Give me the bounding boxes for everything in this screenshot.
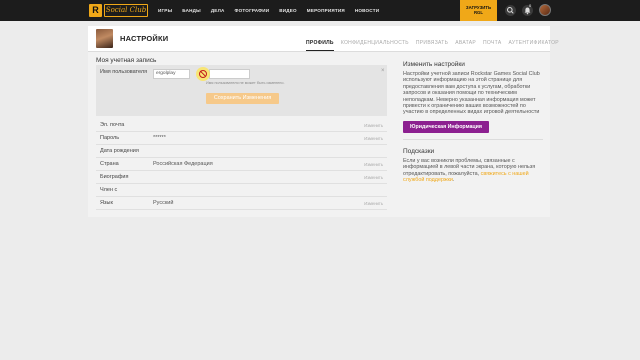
row-password: Пароль ****** Изменить [96,132,387,145]
row-label: Член с [100,187,118,193]
nav-item-videos[interactable]: ВИДЕО [279,8,297,13]
row-language: Язык Русский Изменить [96,197,387,210]
nav-item-events[interactable]: МЕРОПРИЯТИЯ [307,8,345,13]
download-rgl-button[interactable]: ЗАГРУЗИТЬ RGL [460,0,497,21]
row-member-since: Член с [96,184,387,197]
nav-item-news[interactable]: НОВОСТИ [355,8,379,13]
username-edit-box: Имя пользователя ergolplay Имя пользоват… [96,65,387,116]
settings-header: НАСТРОЙКИ ПРОФИЛЬ КОНФИДЕНЦИАЛЬНОСТЬ ПРИ… [88,26,559,52]
divider [403,138,543,140]
page-title: НАСТРОЙКИ [120,34,169,43]
row-label: Биография [100,174,129,180]
row-value: Русский [153,200,174,206]
row-label: Пароль [100,135,120,141]
row-email: Эл. почта Изменить [96,119,387,132]
edit-language-link[interactable]: Изменить [364,201,383,206]
settings-sidebar: Изменить настройки Настройки учетной зап… [403,61,543,183]
row-value: Российская Федерация [153,161,213,167]
profile-avatar [96,29,113,48]
hints-end: . [452,177,455,184]
close-icon[interactable]: × [381,68,385,74]
hints-title: Подсказки [403,147,435,155]
save-changes-button[interactable]: Сохранить Изменения [206,93,279,104]
row-birthdate: Дата рождения [96,145,387,158]
row-country: Страна Российская Федерация Изменить [96,158,387,171]
row-label: Эл. почта [100,122,125,128]
search-icon[interactable] [505,5,516,16]
row-label: Страна [100,161,119,167]
nav-item-photos[interactable]: ФОТОГРАФИИ [235,8,270,13]
social-club-logo[interactable]: Social Club [104,4,148,17]
edit-country-link[interactable]: Изменить [364,162,383,167]
main-nav: ИГРЫ БАНДЫ ДЕЛА ФОТОГРАФИИ ВИДЕО МЕРОПРИ… [158,0,389,21]
download-label-line2: RGL [473,10,484,15]
legal-information-button[interactable]: Юридическая Информация [403,120,489,133]
row-value: ****** [153,135,166,141]
username-label: Имя пользователя [100,69,148,75]
username-hint: Имя пользователя не может быть изменено. [206,81,285,85]
row-label: Язык [100,200,113,206]
user-avatar[interactable] [539,4,551,16]
notifications-icon[interactable] [522,5,533,16]
hints-text-block: Если у вас возникли проблемы, связанные … [403,158,543,184]
account-rows: Эл. почта Изменить Пароль ****** Изменит… [96,119,387,210]
nav-item-games[interactable]: ИГРЫ [158,8,172,13]
nav-item-jobs[interactable]: ДЕЛА [211,8,225,13]
edit-password-link[interactable]: Изменить [364,136,383,141]
row-biography: Биография Изменить [96,171,387,184]
row-label: Дата рождения [100,148,139,154]
not-allowed-cursor-icon [196,67,210,81]
change-settings-text: Настройки учетной записи Rockstar Games … [403,71,540,116]
account-section-title: Моя учетная запись [96,57,157,64]
username-input-extended[interactable] [209,69,250,79]
nav-item-crews[interactable]: БАНДЫ [182,8,201,13]
edit-email-link[interactable]: Изменить [364,123,383,128]
notifications-count: 0 [529,3,532,8]
change-settings-title: Изменить настройки [403,61,465,68]
username-input[interactable]: ergolplay [153,69,190,79]
top-navigation-bar: R Social Club ИГРЫ БАНДЫ ДЕЛА ФОТОГРАФИИ… [0,0,640,21]
edit-biography-link[interactable]: Изменить [364,175,383,180]
rockstar-logo[interactable]: R [89,4,102,17]
settings-main-panel: Моя учетная запись Имя пользователя ergo… [88,51,550,217]
